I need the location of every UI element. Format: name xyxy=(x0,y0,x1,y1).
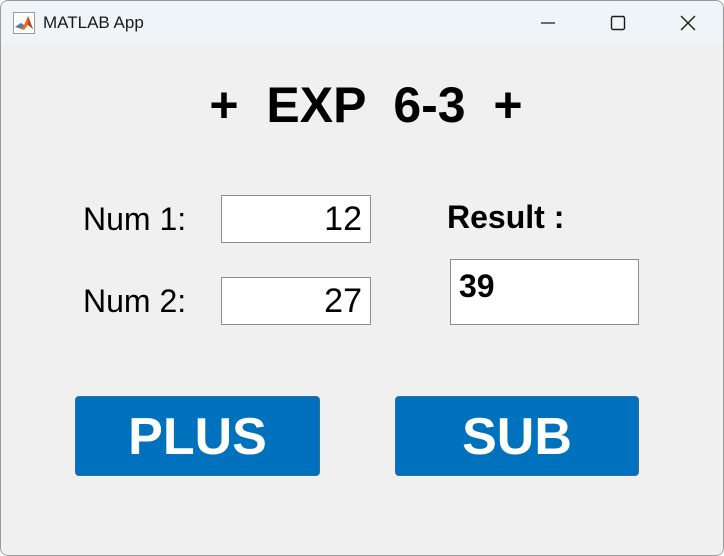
title-bar[interactable]: MATLAB App xyxy=(1,1,723,45)
window-title: MATLAB App xyxy=(43,13,144,32)
app-window: MATLAB App + EXP 6-3 + Num 1: 12 Num 2: … xyxy=(0,0,724,556)
num2-label: Num 2: xyxy=(83,283,187,319)
num2-field[interactable]: 27 xyxy=(221,277,371,325)
close-button[interactable] xyxy=(653,1,723,45)
plus-button[interactable]: PLUS xyxy=(75,396,320,476)
app-panel: + EXP 6-3 + Num 1: 12 Num 2: 27 Result :… xyxy=(1,45,723,555)
num1-label: Num 1: xyxy=(83,201,187,237)
minimize-button[interactable] xyxy=(513,1,583,45)
maximize-icon xyxy=(610,15,626,31)
maximize-button[interactable] xyxy=(583,1,653,45)
matlab-logo-icon xyxy=(13,12,35,34)
close-icon xyxy=(680,15,696,31)
sub-button[interactable]: SUB xyxy=(395,396,639,476)
result-field[interactable]: 39 xyxy=(450,259,639,325)
minimize-icon xyxy=(541,22,555,24)
num1-field[interactable]: 12 xyxy=(221,195,371,243)
app-heading: + EXP 6-3 + xyxy=(209,77,523,133)
result-label: Result : xyxy=(447,199,565,235)
